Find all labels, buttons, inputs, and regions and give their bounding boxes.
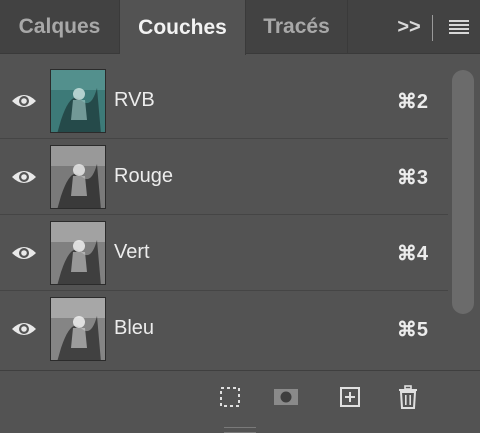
channel-row-vert[interactable]: Vert ⌘4 bbox=[0, 215, 448, 291]
save-selection-as-channel-button[interactable] bbox=[272, 383, 300, 411]
visibility-eye-icon[interactable] bbox=[10, 91, 38, 111]
new-channel-icon bbox=[340, 387, 360, 407]
tab-calques[interactable]: Calques bbox=[0, 0, 120, 54]
overflow-chevrons-icon: >> bbox=[397, 15, 421, 38]
vertical-scrollbar[interactable] bbox=[448, 62, 480, 370]
delete-channel-button[interactable] bbox=[394, 383, 422, 411]
channel-shortcut: ⌘5 bbox=[396, 319, 428, 341]
channel-row-rvb[interactable]: RVB ⌘2 bbox=[0, 63, 448, 139]
trash-icon bbox=[399, 385, 417, 409]
new-channel-button[interactable] bbox=[336, 383, 364, 411]
panel-menu-button[interactable] bbox=[444, 0, 474, 54]
channel-name: Rouge bbox=[114, 165, 173, 187]
tab-traces[interactable]: Tracés bbox=[246, 0, 348, 54]
channel-shortcut: ⌘3 bbox=[396, 167, 428, 189]
selection-from-channel-icon bbox=[220, 387, 240, 407]
channel-name: RVB bbox=[114, 89, 155, 111]
tab-traces-label: Tracés bbox=[263, 15, 330, 38]
tab-couches-label: Couches bbox=[138, 15, 227, 39]
channel-shortcut: ⌘4 bbox=[396, 243, 428, 265]
panel-resize-grip[interactable] bbox=[224, 427, 256, 433]
tab-couches[interactable]: Couches bbox=[120, 0, 246, 55]
channel-name: Vert bbox=[114, 241, 150, 263]
panel-tabbar: Calques Couches Tracés >> bbox=[0, 0, 480, 55]
channel-row-bleu[interactable]: Bleu ⌘5 bbox=[0, 291, 448, 367]
visibility-eye-icon[interactable] bbox=[10, 167, 38, 187]
panel-footer bbox=[0, 370, 480, 433]
scrollbar-thumb[interactable] bbox=[452, 70, 474, 314]
channel-thumbnail bbox=[50, 145, 106, 209]
panel-overflow-button[interactable]: >> bbox=[392, 0, 426, 54]
channel-thumbnail bbox=[50, 69, 106, 133]
channel-thumbnail bbox=[50, 221, 106, 285]
hamburger-menu-icon bbox=[449, 20, 469, 34]
visibility-eye-icon[interactable] bbox=[10, 243, 38, 263]
tab-calques-label: Calques bbox=[18, 15, 101, 38]
channel-name: Bleu bbox=[114, 317, 155, 339]
channel-shortcut: ⌘2 bbox=[396, 91, 428, 113]
channel-thumbnail bbox=[50, 297, 106, 361]
tabbar-divider bbox=[432, 15, 433, 41]
visibility-eye-icon[interactable] bbox=[10, 319, 38, 339]
channel-row-rouge[interactable]: Rouge ⌘3 bbox=[0, 139, 448, 215]
channel-list: RVB ⌘2 Rouge ⌘3 Vert ⌘4 Bleu ⌘5 bbox=[0, 63, 448, 367]
save-selection-as-channel-icon bbox=[274, 389, 298, 405]
selection-from-channel-button[interactable] bbox=[216, 383, 244, 411]
